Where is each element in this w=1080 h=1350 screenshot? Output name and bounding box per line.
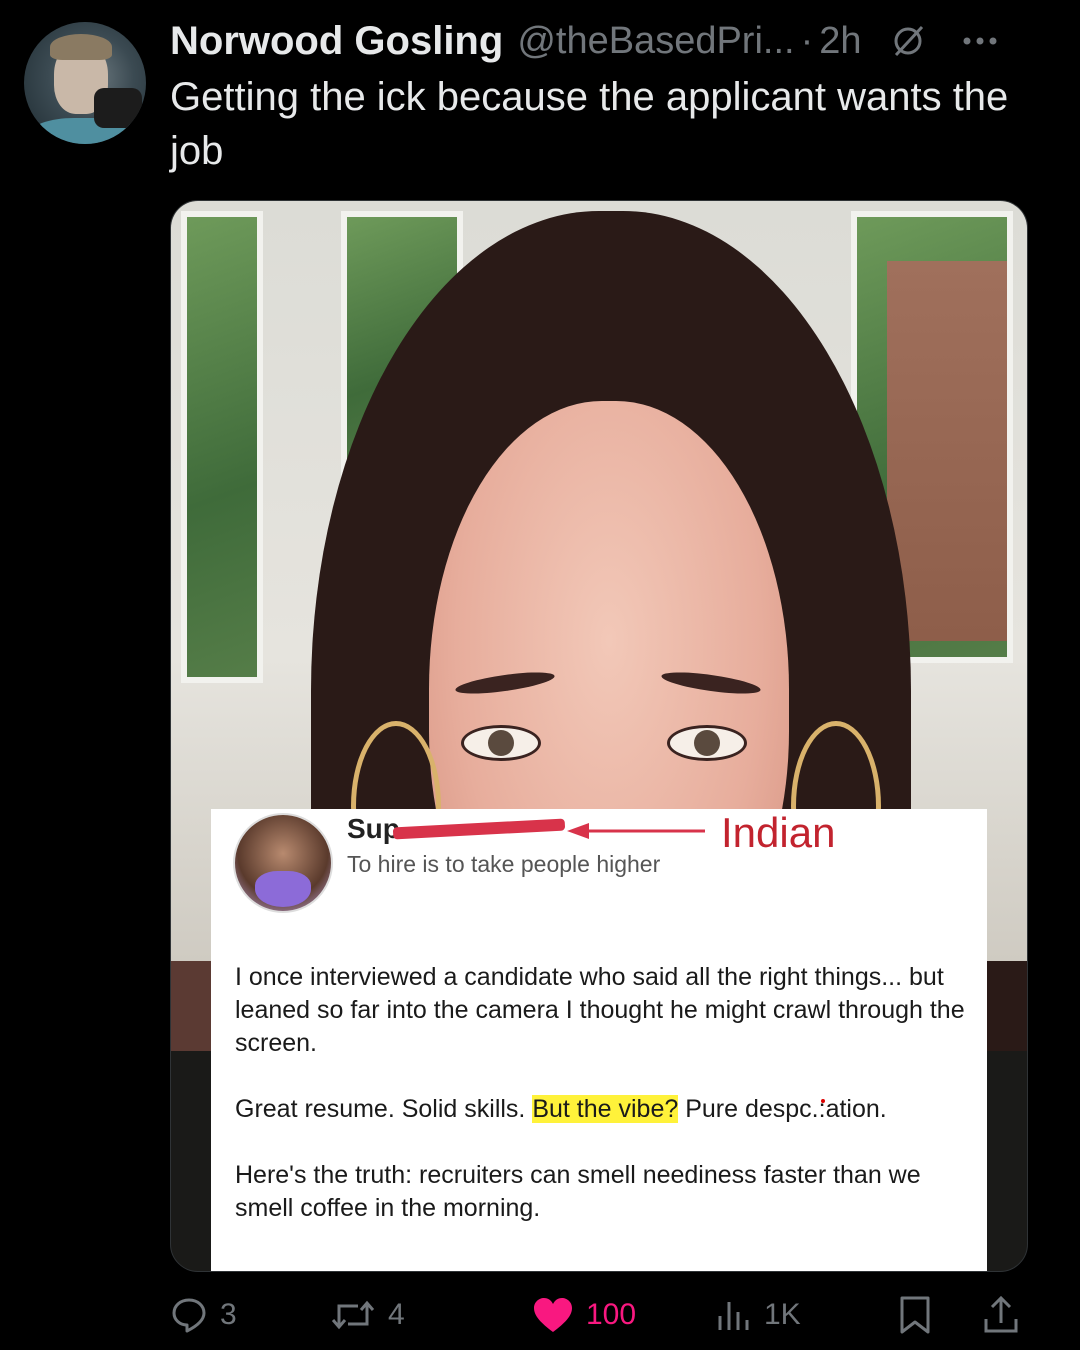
- paragraph-2-end: Pure despc.:ation.: [678, 1095, 887, 1123]
- reply-button[interactable]: 3: [170, 1290, 237, 1340]
- view-count: 1K: [764, 1298, 801, 1331]
- embedded-paragraph-2: Great resume. Solid skills. But the vibe…: [235, 1093, 965, 1126]
- share-icon: [984, 1295, 1018, 1333]
- photo-shade: [987, 961, 1027, 1051]
- avatar-hair: [50, 34, 112, 60]
- embedded-author-name: Sup: [347, 813, 400, 844]
- repost-icon: [331, 1300, 375, 1330]
- repost-count: 4: [388, 1298, 405, 1331]
- grok-icon[interactable]: [890, 23, 926, 59]
- paragraph-2-start: Great resume. Solid skills.: [235, 1095, 533, 1123]
- more-icon[interactable]: [960, 23, 1000, 59]
- views-icon: [718, 1302, 749, 1330]
- redaction-mark: [392, 818, 566, 840]
- bookmark-button[interactable]: [898, 1290, 932, 1340]
- avatar-hand: [94, 88, 142, 128]
- like-icon: [534, 1298, 572, 1332]
- views-button[interactable]: 1K: [716, 1290, 801, 1340]
- embedded-tagline: To hire is to take people higher: [347, 851, 661, 877]
- photo-eye: [461, 725, 541, 761]
- arrow-icon: [567, 823, 705, 839]
- embedded-post-card: Sup Indian To hire is to take people hig…: [211, 809, 987, 1271]
- embedded-paragraph-1: I once interviewed a candidate who said …: [235, 963, 965, 1057]
- window-pane: [181, 211, 263, 683]
- share-button[interactable]: [982, 1290, 1020, 1340]
- embedded-body: I once interviewed a candidate who said …: [235, 961, 965, 1258]
- reply-icon: [172, 1298, 206, 1333]
- author-handle[interactable]: @theBasedPri...: [517, 20, 794, 63]
- timestamp[interactable]: 2h: [819, 20, 861, 63]
- reply-count: 3: [220, 1298, 237, 1331]
- bookmark-icon: [900, 1296, 930, 1334]
- tweet-header: Norwood Gosling @theBasedPri... · 2h: [170, 16, 1040, 66]
- embedded-paragraph-3: Here's the truth: recruiters can smell n…: [235, 1161, 921, 1222]
- photo-shade: [171, 961, 211, 1051]
- author-name[interactable]: Norwood Gosling: [170, 19, 503, 64]
- highlighted-text: But the vibe?: [532, 1095, 679, 1123]
- brick-wall: [887, 261, 1007, 641]
- like-button[interactable]: 100: [532, 1290, 636, 1340]
- annotation-text: Indian: [721, 809, 836, 856]
- tweet-media[interactable]: Sup Indian To hire is to take people hig…: [170, 200, 1028, 1272]
- like-count: 100: [586, 1298, 637, 1331]
- repost-button[interactable]: 4: [330, 1290, 405, 1340]
- author-avatar[interactable]: [24, 22, 146, 144]
- tweet-text: Getting the ick because the applicant wa…: [170, 75, 1009, 173]
- photo-eye: [667, 725, 747, 761]
- action-bar: 3 4 100 1K: [170, 1290, 1030, 1340]
- embedded-avatar: [233, 813, 333, 913]
- separator-dot: ·: [800, 19, 814, 62]
